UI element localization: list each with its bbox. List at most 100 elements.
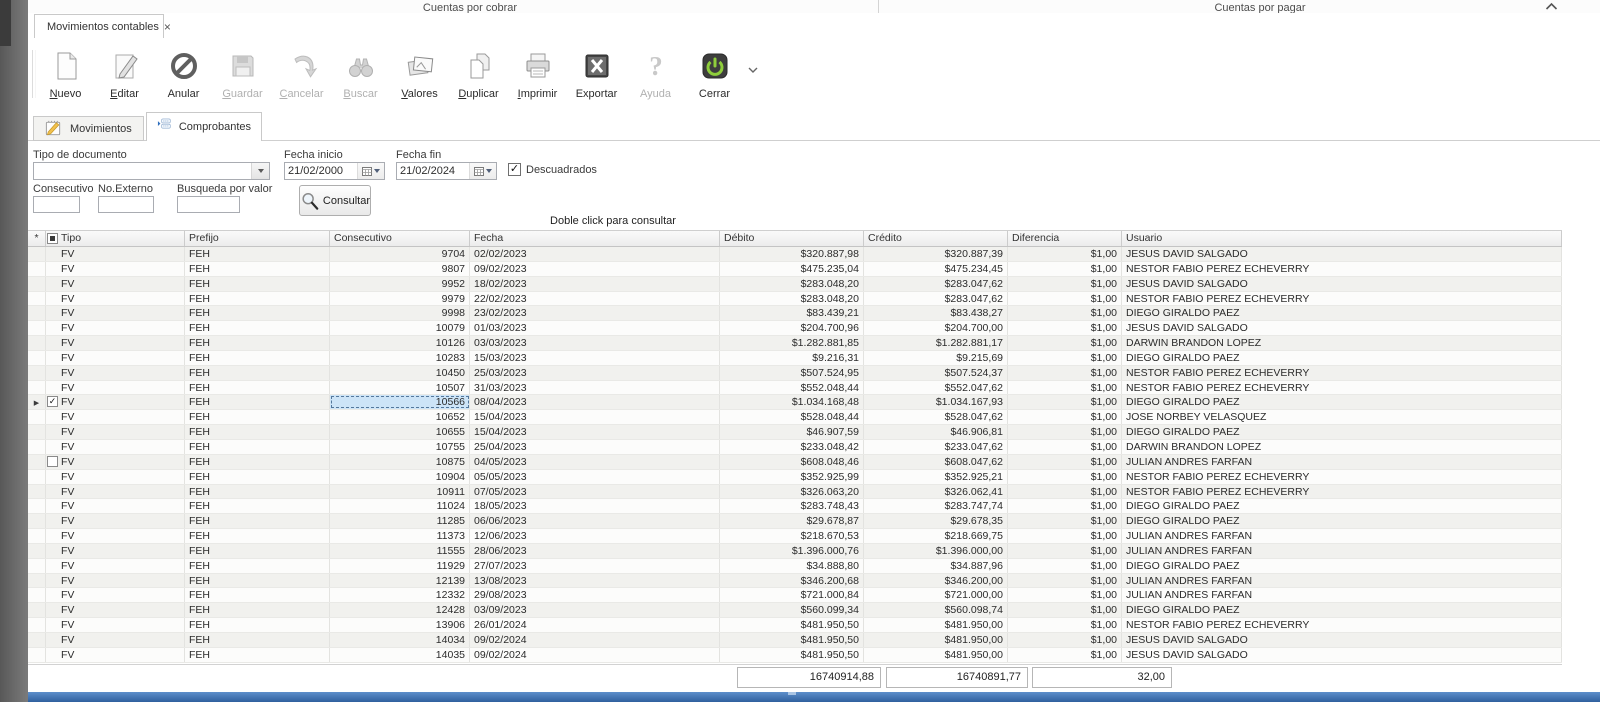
cell-debito[interactable]: $233.048,42 [720,440,864,454]
cell-fecha[interactable]: 28/06/2023 [470,544,720,558]
cell-debito[interactable]: $1.282.881,85 [720,336,864,350]
table-row[interactable]: FVFEH1213913/08/2023$346.200,68$346.200,… [28,574,1562,589]
header-prefijo[interactable]: Prefijo [185,231,330,246]
cell-diferencia[interactable]: $1,00 [1008,499,1122,513]
cell-debito[interactable]: $507.524,95 [720,366,864,380]
cell-usuario[interactable]: DIEGO GIRALDO PAEZ [1122,425,1562,439]
header-debito[interactable]: Débito [720,231,864,246]
cell-credito[interactable]: $481.950,00 [864,633,1008,647]
module-cuentas-por-cobrar[interactable]: Cuentas por cobrar [150,0,790,13]
cell-debito[interactable]: $29.678,87 [720,514,864,528]
cell-prefijo[interactable]: FEH [185,262,330,276]
cell-debito[interactable]: $608.048,46 [720,455,864,469]
row-indicator-cell[interactable] [28,588,46,602]
row-indicator-cell[interactable] [28,574,46,588]
cell-usuario[interactable]: NESTOR FABIO PEREZ ECHEVERRY [1122,262,1562,276]
cell-consecutivo[interactable]: 9952 [330,277,470,291]
cell-usuario[interactable]: DARWIN BRANDON LOPEZ [1122,336,1562,350]
cell-consecutivo[interactable]: 12139 [330,574,470,588]
row-indicator-cell[interactable]: ▶ [28,395,46,409]
cell-consecutivo[interactable]: 10079 [330,321,470,335]
cell-tipo[interactable]: FV [46,262,185,276]
table-row[interactable]: FVFEH970402/02/2023$320.887,98$320.887,3… [28,247,1562,262]
cell-tipo[interactable]: FV [46,514,185,528]
toolbar-duplicar-button[interactable]: Duplicar [449,40,508,108]
cell-debito[interactable]: $283.048,20 [720,277,864,291]
chevron-up-icon[interactable] [1545,2,1558,11]
cell-fecha[interactable]: 07/05/2023 [470,485,720,499]
cell-credito[interactable]: $560.098,74 [864,603,1008,617]
cell-diferencia[interactable]: $1,00 [1008,366,1122,380]
cell-tipo[interactable]: FV [46,381,185,395]
cell-prefijo[interactable]: FEH [185,603,330,617]
cell-credito[interactable]: $283.747,74 [864,499,1008,513]
cell-prefijo[interactable]: FEH [185,277,330,291]
chevron-down-icon[interactable] [251,163,269,179]
cell-debito[interactable]: $1.396.000,76 [720,544,864,558]
cell-prefijo[interactable]: FEH [185,574,330,588]
cell-consecutivo[interactable]: 10507 [330,381,470,395]
cell-usuario[interactable]: JULIAN ANDRES FARFAN [1122,588,1562,602]
cell-diferencia[interactable]: $1,00 [1008,455,1122,469]
cell-diferencia[interactable]: $1,00 [1008,648,1122,662]
cell-consecutivo[interactable]: 12428 [330,603,470,617]
cell-diferencia[interactable]: $1,00 [1008,336,1122,350]
cell-prefijo[interactable]: FEH [185,633,330,647]
cell-debito[interactable]: $283.048,20 [720,292,864,306]
cell-usuario[interactable]: NESTOR FABIO PEREZ ECHEVERRY [1122,485,1562,499]
module-cuentas-por-pagar[interactable]: Cuentas por pagar [940,0,1580,13]
cell-debito[interactable]: $326.063,20 [720,485,864,499]
cell-consecutivo[interactable]: 14034 [330,633,470,647]
cell-consecutivo[interactable]: 10904 [330,470,470,484]
busqueda-por-valor-input[interactable] [177,196,240,213]
table-row[interactable]: FVFEH999823/02/2023$83.439,21$83.438,27$… [28,306,1562,321]
row-indicator-cell[interactable] [28,425,46,439]
row-indicator-cell[interactable] [28,292,46,306]
cell-consecutivo[interactable]: 11929 [330,559,470,573]
cell-prefijo[interactable]: FEH [185,499,330,513]
cell-tipo[interactable]: FV [46,336,185,350]
cell-fecha[interactable]: 03/09/2023 [470,603,720,617]
row-indicator-cell[interactable] [28,440,46,454]
row-checkbox[interactable]: ✓ [47,396,58,407]
cell-usuario[interactable]: DARWIN BRANDON LOPEZ [1122,440,1562,454]
cell-diferencia[interactable]: $1,00 [1008,247,1122,261]
cell-fecha[interactable]: 12/06/2023 [470,529,720,543]
cell-credito[interactable]: $352.925,21 [864,470,1008,484]
cell-tipo[interactable]: FV [46,455,185,469]
table-row[interactable]: FVFEH1065215/04/2023$528.048,44$528.047,… [28,410,1562,425]
row-indicator-cell[interactable] [28,499,46,513]
cell-usuario[interactable]: DIEGO GIRALDO PAEZ [1122,514,1562,528]
cell-credito[interactable]: $326.062,41 [864,485,1008,499]
cell-credito[interactable]: $507.524,37 [864,366,1008,380]
header-consecutivo[interactable]: Consecutivo [330,231,470,246]
cell-diferencia[interactable]: $1,00 [1008,321,1122,335]
cell-prefijo[interactable]: FEH [185,321,330,335]
cell-usuario[interactable]: JULIAN ANDRES FARFAN [1122,529,1562,543]
row-indicator-cell[interactable] [28,321,46,335]
table-row[interactable]: FVFEH1050731/03/2023$552.048,44$552.047,… [28,381,1562,396]
row-indicator-cell[interactable] [28,381,46,395]
table-row[interactable]: FVFEH1028315/03/2023$9.216,31$9.215,69$1… [28,351,1562,366]
consecutivo-input[interactable] [33,196,80,213]
fecha-fin-input[interactable]: 21/02/2024 [396,162,497,180]
cell-tipo[interactable]: FV [46,648,185,662]
cell-diferencia[interactable]: $1,00 [1008,618,1122,632]
cell-credito[interactable]: $83.438,27 [864,306,1008,320]
cell-credito[interactable]: $9.215,69 [864,351,1008,365]
cell-fecha[interactable]: 13/08/2023 [470,574,720,588]
row-indicator-cell[interactable] [28,514,46,528]
cell-tipo[interactable]: FV [46,618,185,632]
cell-usuario[interactable]: DIEGO GIRALDO PAEZ [1122,559,1562,573]
cell-debito[interactable]: $9.216,31 [720,351,864,365]
table-row[interactable]: FVFEH980709/02/2023$475.235,04$475.234,4… [28,262,1562,277]
cell-credito[interactable]: $1.282.881,17 [864,336,1008,350]
cell-fecha[interactable]: 18/05/2023 [470,499,720,513]
cell-consecutivo[interactable]: 9979 [330,292,470,306]
cell-diferencia[interactable]: $1,00 [1008,588,1122,602]
cell-credito[interactable]: $528.047,62 [864,410,1008,424]
cell-usuario[interactable]: NESTOR FABIO PEREZ ECHEVERRY [1122,618,1562,632]
cell-diferencia[interactable]: $1,00 [1008,574,1122,588]
consultar-button[interactable]: Consultar [299,185,371,216]
cell-debito[interactable]: $352.925,99 [720,470,864,484]
